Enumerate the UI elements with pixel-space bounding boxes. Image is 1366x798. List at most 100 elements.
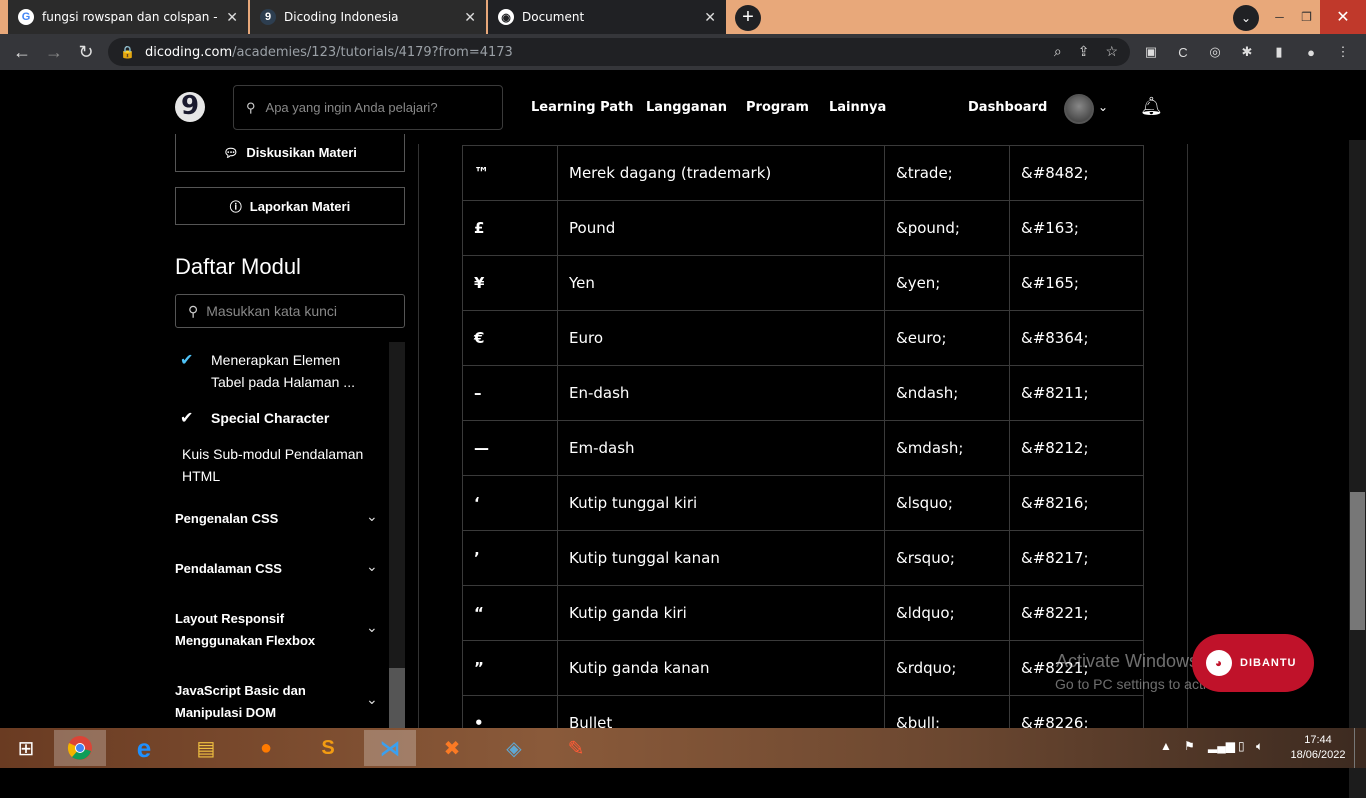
extension-b-icon[interactable]: ▣	[1142, 44, 1160, 60]
bookmark-star-icon[interactable]: ☆	[1105, 43, 1118, 60]
char-cell: ¥	[462, 255, 558, 311]
module-item-special-character[interactable]: Special Character	[211, 407, 329, 429]
dicoding-icon: 9	[260, 9, 276, 25]
zoom-icon[interactable]: ⌕	[1054, 43, 1062, 60]
puzzle-icon[interactable]: ✱	[1238, 44, 1256, 60]
entity-number-cell: &#163;	[1009, 200, 1144, 256]
mysql-workbench-icon[interactable]: ◈	[488, 730, 540, 766]
table-row: ¥ Yen &yen; &#165;	[462, 255, 1144, 311]
chevron-down-icon[interactable]: ⌄	[366, 558, 378, 575]
chevron-down-icon[interactable]: ⌄	[366, 691, 378, 708]
search-placeholder: Apa yang ingin Anda pelajari?	[265, 100, 438, 115]
window-close-icon[interactable]: ✕	[1320, 0, 1366, 34]
browser-tab-1[interactable]: G fungsi rowspan dan colspan - Per ✕	[8, 0, 248, 34]
checkmark-icon: ✔	[180, 410, 194, 427]
network-flag-icon[interactable]: ⚑	[1184, 739, 1195, 753]
firefox-icon[interactable]: ●	[240, 730, 292, 766]
nav-learning-path[interactable]: Learning Path	[531, 100, 634, 115]
entity-number-cell: &#165;	[1009, 255, 1144, 311]
help-chat-button[interactable]: ◕ DIBANTU	[1192, 634, 1314, 692]
robot-icon: ◕	[1206, 650, 1232, 676]
module-item-label: Tabel pada Halaman ...	[211, 374, 355, 390]
minimize-icon[interactable]: ─	[1266, 0, 1293, 34]
sidebar-scroll-thumb[interactable]	[389, 668, 405, 728]
signal-icon[interactable]: ▂▄▆	[1208, 739, 1235, 753]
search-icon: ⚲	[188, 302, 199, 319]
module-item-menerapkan[interactable]: Menerapkan Elemen Tabel pada Halaman ...	[211, 349, 355, 393]
extension-eyes-icon[interactable]: ◎	[1206, 44, 1224, 60]
google-icon: G	[18, 9, 34, 25]
module-item-kuis[interactable]: Kuis Sub-modul Pendalaman HTML	[182, 443, 363, 487]
chrome-taskbar-icon[interactable]	[54, 730, 106, 766]
chevron-down-icon[interactable]: ⌄	[366, 619, 378, 636]
char-cell: ™	[462, 145, 558, 201]
entity-name-cell: &rsquo;	[884, 530, 1010, 586]
bell-icon[interactable]: 🔔︎	[1140, 96, 1163, 117]
browser-tab-2[interactable]: 9 Dicoding Indonesia ✕	[250, 0, 486, 34]
window-controls: ─ ❐ ✕	[1266, 0, 1366, 34]
entity-number-cell: &#8482;	[1009, 145, 1144, 201]
site-search-input[interactable]: ⚲ Apa yang ingin Anda pelajari?	[233, 85, 503, 130]
clock-time: 17:44	[1304, 734, 1332, 746]
description-cell: Kutip ganda kiri	[557, 585, 885, 641]
entity-name-cell: &ndash;	[884, 365, 1010, 421]
file-explorer-icon[interactable]: ▤	[180, 730, 232, 766]
divider	[1187, 144, 1188, 728]
section-layout-responsif[interactable]: Layout Responsif Menggunakan Flexbox	[175, 608, 315, 652]
more-menu-icon[interactable]: ⋮	[1334, 44, 1352, 60]
restore-icon[interactable]: ❐	[1293, 0, 1320, 34]
close-tab-icon[interactable]: ✕	[704, 9, 716, 26]
new-tab-button[interactable]: +	[735, 5, 761, 31]
reload-icon[interactable]: ↻	[70, 42, 102, 63]
entity-number-cell: &#8212;	[1009, 420, 1144, 476]
section-pengenalan-css[interactable]: Pengenalan CSS	[175, 508, 278, 530]
user-avatar[interactable]	[1064, 94, 1094, 124]
system-clock[interactable]: 17:44 18/06/2022	[1288, 733, 1348, 763]
show-hidden-icons[interactable]: ▲	[1160, 739, 1172, 753]
close-tab-icon[interactable]: ✕	[226, 9, 238, 26]
module-search-input[interactable]: ⚲ Masukkan kata kunci	[175, 294, 405, 328]
battery-icon[interactable]: ▯	[1238, 739, 1245, 753]
nav-program[interactable]: Program	[746, 100, 809, 115]
nav-dashboard[interactable]: Dashboard	[968, 100, 1047, 115]
entity-number-cell: &#8216;	[1009, 475, 1144, 531]
show-desktop-button[interactable]	[1354, 728, 1366, 768]
extension-c-icon[interactable]: C	[1174, 45, 1192, 60]
special-character-table: ™ Merek dagang (trademark) &trade; &#8482; £…	[462, 145, 1144, 751]
browser-tab-3[interactable]: ◉ Document ✕	[488, 0, 726, 34]
chevron-down-icon[interactable]: ⌄	[366, 508, 378, 525]
forward-arrow-icon[interactable]: →	[38, 42, 70, 63]
close-tab-icon[interactable]: ✕	[464, 9, 476, 26]
report-button[interactable]: ⓘ Laporkan Materi	[175, 187, 405, 225]
table-row: £ Pound &pound; &#163;	[462, 200, 1144, 256]
chevron-down-icon[interactable]: ⌄	[1098, 100, 1108, 114]
description-cell: Merek dagang (trademark)	[557, 145, 885, 201]
dicoding-logo[interactable]: 9	[175, 92, 205, 122]
nav-langganan[interactable]: Langganan	[646, 100, 727, 115]
char-cell: –	[462, 365, 558, 421]
paint-icon[interactable]: ✎	[550, 730, 602, 766]
tab-search-icon[interactable]: ⌄	[1233, 5, 1259, 31]
internet-explorer-icon[interactable]: e	[118, 730, 170, 766]
page-scrollbar[interactable]	[1349, 140, 1366, 798]
tab-title: Document	[522, 10, 585, 24]
share-icon[interactable]: ⇪	[1078, 43, 1090, 60]
windows-start-icon[interactable]: ⊞	[0, 730, 52, 766]
back-arrow-icon[interactable]: ←	[6, 42, 38, 63]
module-item-label: Kuis Sub-modul Pendalaman	[182, 446, 364, 462]
table-row: ” Kutip ganda kanan &rdquo; &#8221;	[462, 640, 1144, 696]
profile-avatar-icon[interactable]: ●	[1302, 45, 1320, 60]
table-row: – En-dash &ndash; &#8211;	[462, 365, 1144, 421]
side-panel-icon[interactable]: ▮	[1270, 44, 1288, 60]
volume-icon[interactable]: 🔈︎	[1256, 739, 1263, 754]
discuss-button[interactable]: 💬︎ Diskusikan Materi	[175, 134, 405, 172]
nav-lainnya[interactable]: Lainnya	[829, 100, 886, 115]
xampp-icon[interactable]: ✖	[426, 730, 478, 766]
vscode-icon[interactable]: ⋊	[364, 730, 416, 766]
section-javascript-basic[interactable]: JavaScript Basic dan Manipulasi DOM	[175, 680, 306, 724]
section-pendalaman-css[interactable]: Pendalaman CSS	[175, 558, 282, 580]
char-cell: “	[462, 585, 558, 641]
sublime-text-icon[interactable]: S	[302, 730, 354, 766]
address-bar[interactable]: 🔒 dicoding.com /academies/123/tutorials/…	[108, 38, 1130, 66]
page-scroll-thumb[interactable]	[1350, 492, 1365, 630]
